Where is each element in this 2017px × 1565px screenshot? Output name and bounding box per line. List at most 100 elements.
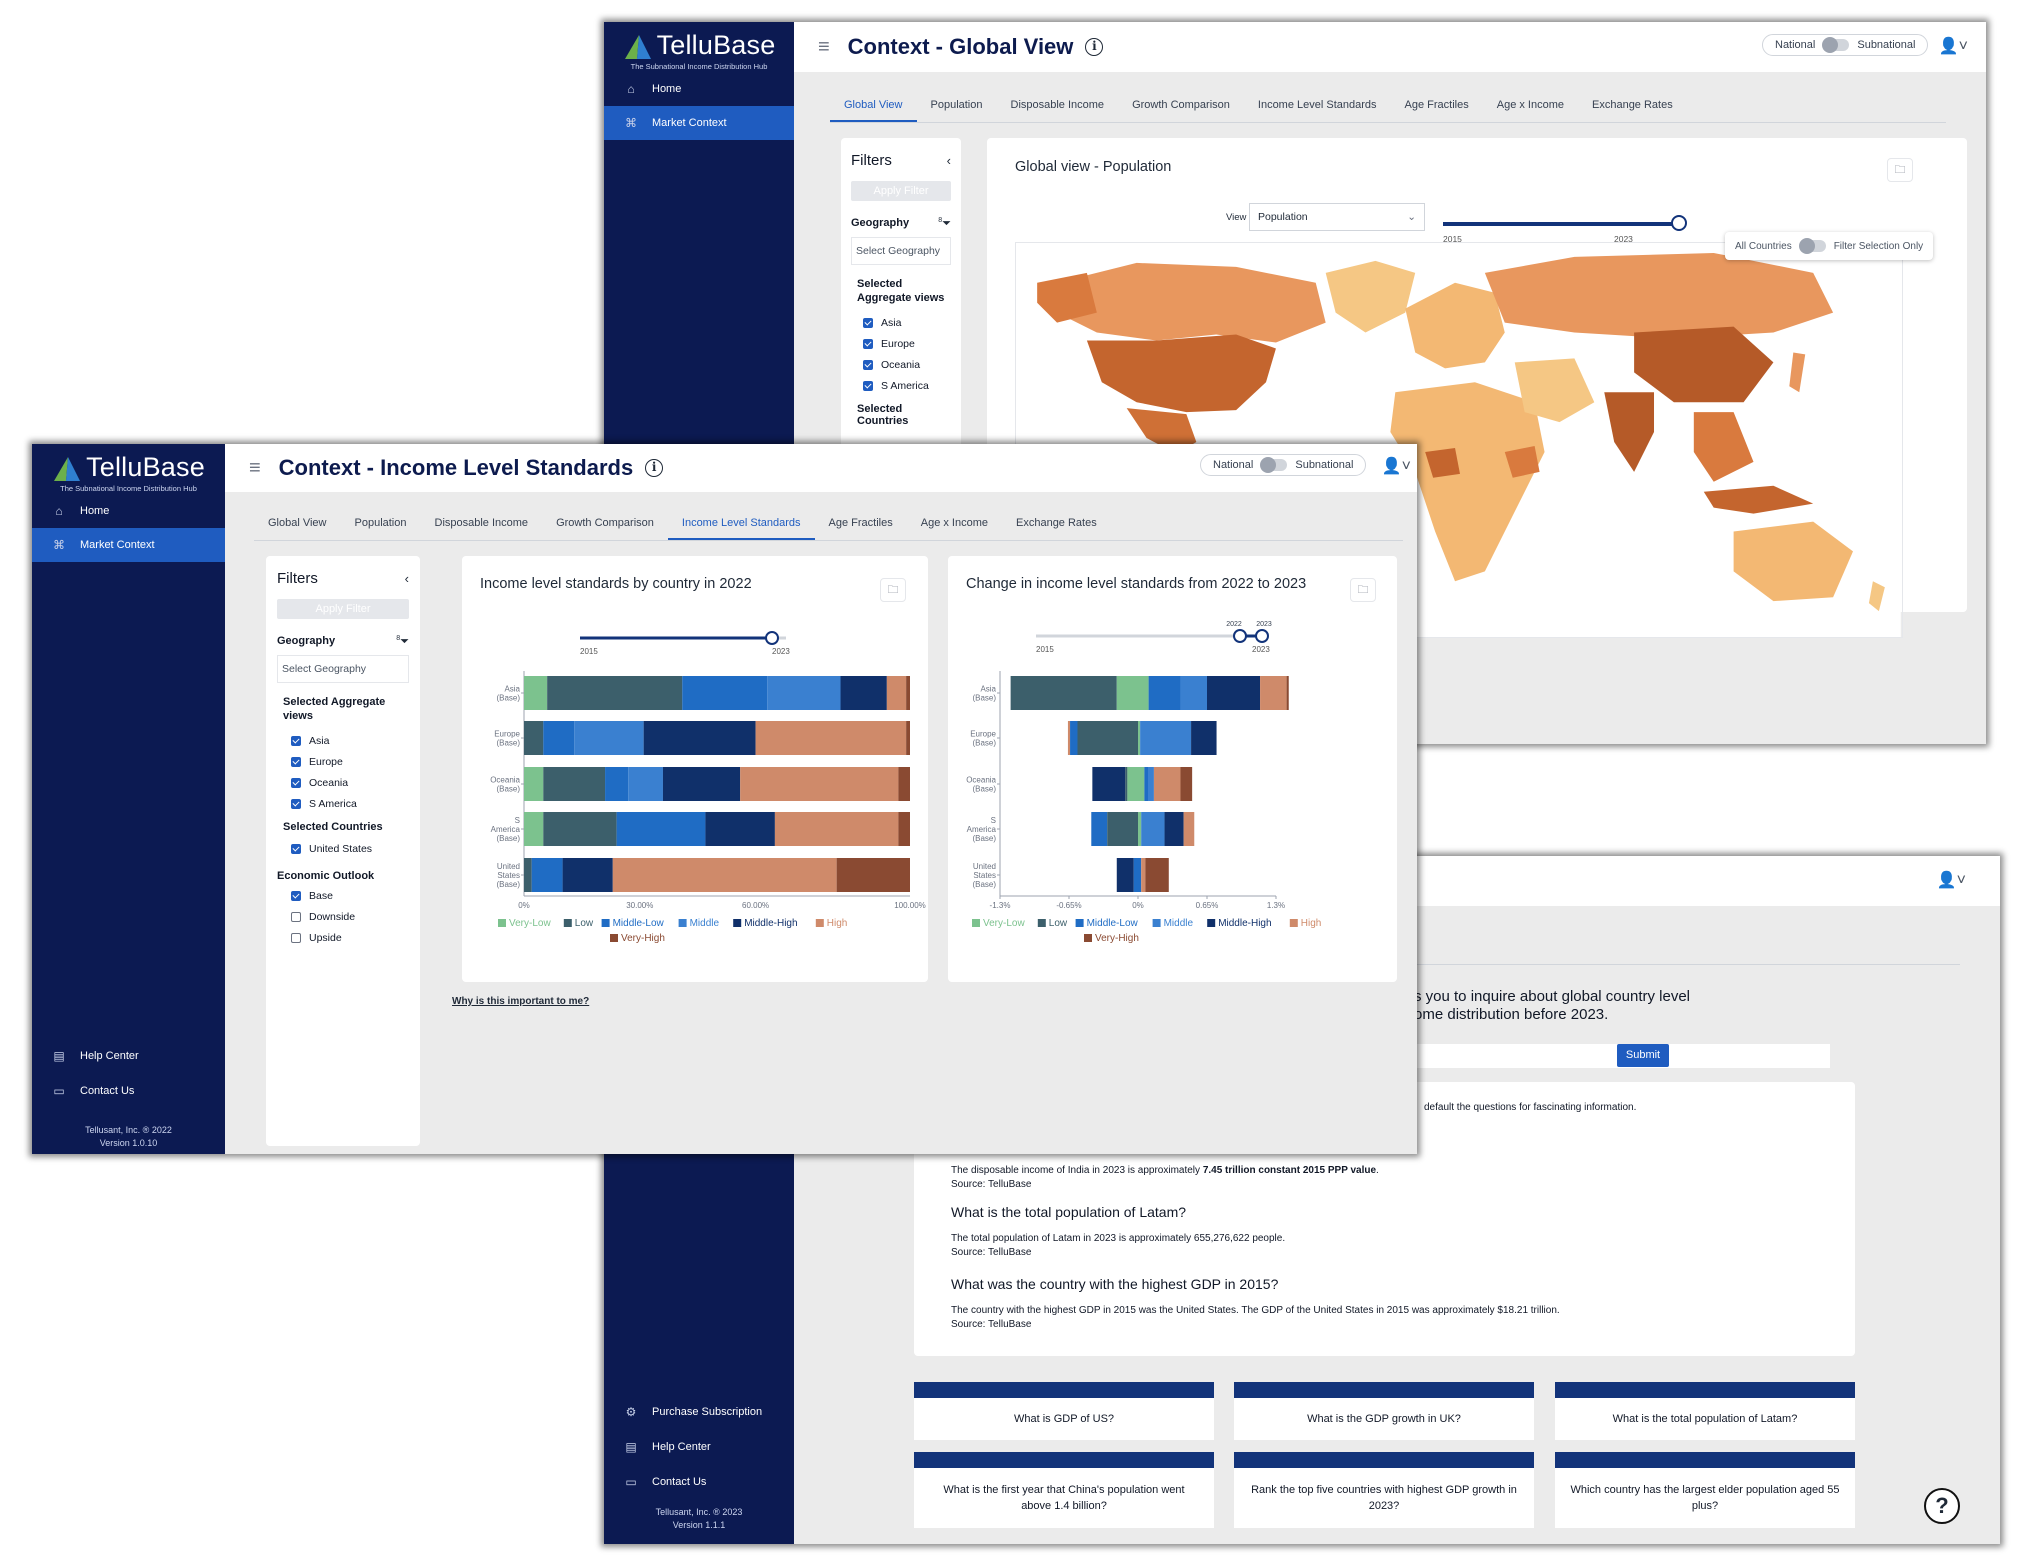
legend-item-very-low[interactable]: Very-Low [972, 918, 1025, 929]
legend-item-middle-low[interactable]: Middle-Low [1075, 918, 1139, 929]
checkbox-unchecked-icon[interactable] [291, 912, 301, 923]
bar-segment-low[interactable] [1077, 721, 1138, 755]
checkbox-downside[interactable]: Downside [291, 907, 409, 928]
checkbox-checked-icon[interactable] [863, 360, 873, 371]
checkbox-checked-icon[interactable] [291, 891, 301, 902]
bar-segment-very-high[interactable] [898, 767, 910, 801]
checkbox-checked-icon[interactable] [291, 799, 301, 810]
legend-item-very-low[interactable]: Very-Low [498, 918, 551, 929]
bar-segment-middle[interactable] [1148, 767, 1154, 801]
collapse-chevron-icon[interactable]: ‹ [947, 153, 951, 168]
checkbox-checked-icon[interactable] [863, 339, 873, 350]
tab-disposable-income[interactable]: Disposable Income [421, 506, 543, 540]
bar-segment-very-low[interactable] [524, 767, 544, 801]
legend-item-very-high[interactable]: Very-High [1084, 933, 1139, 944]
tab-disposable-income[interactable]: Disposable Income [997, 88, 1119, 122]
tab-population[interactable]: Population [917, 88, 997, 122]
bar-segment-very-low[interactable] [1138, 721, 1141, 755]
year-range-from-knob[interactable] [1233, 629, 1247, 643]
tab-age-x-income[interactable]: Age x Income [907, 506, 1002, 540]
collapse-chevron-icon[interactable]: ‹ [405, 571, 409, 586]
checkbox-united-states[interactable]: United States [291, 839, 409, 860]
national-subnational-toggle[interactable]: National Subnational [1200, 454, 1367, 476]
year-range-to-knob[interactable] [1255, 629, 1269, 643]
bar-segment-middle-high[interactable] [1207, 676, 1261, 710]
bar-segment-high[interactable] [1260, 676, 1287, 710]
scope-switch[interactable] [1798, 238, 1826, 254]
year-slider-knob[interactable] [1671, 215, 1687, 231]
bar-segment-very-low[interactable] [1127, 767, 1145, 801]
tab-age-fractiles[interactable]: Age Fractiles [815, 506, 907, 540]
bar-segment-middle-low[interactable] [1091, 812, 1108, 846]
tab-growth-comparison[interactable]: Growth Comparison [1118, 88, 1244, 122]
bar-segment-middle-high[interactable] [1116, 858, 1134, 892]
legend-item-middle[interactable]: Middle [1152, 918, 1194, 929]
legend-item-middle[interactable]: Middle [678, 918, 720, 929]
bar-segment-middle-low[interactable] [1070, 721, 1078, 755]
user-menu-icon[interactable]: 👤˅ [1937, 870, 1966, 890]
tab-global-view[interactable]: Global View [254, 506, 341, 540]
bar-segment-low[interactable] [547, 676, 683, 710]
checkbox-europe[interactable]: Europe [291, 752, 409, 773]
geography-select[interactable]: Select Geography [277, 654, 409, 683]
map-scope-toggle[interactable]: All Countries Filter Selection Only [1725, 232, 1934, 260]
checkbox-asia[interactable]: Asia [863, 313, 951, 334]
apply-filter-button[interactable]: Apply Filter [851, 181, 951, 201]
bar-segment-middle-low[interactable] [1133, 858, 1142, 892]
checkbox-checked-icon[interactable] [291, 778, 301, 789]
legend-item-very-high[interactable]: Very-High [610, 933, 665, 944]
purchase-subscription-link[interactable]: ⚙ Purchase Subscription [604, 1398, 782, 1426]
contact-us-link[interactable]: ▭ Contact Us [604, 1468, 726, 1496]
bar-segment-high[interactable] [774, 812, 899, 846]
bar-segment-middle[interactable] [628, 767, 663, 801]
legend-item-high[interactable]: High [1289, 918, 1322, 929]
toggle-switch[interactable] [1260, 457, 1288, 473]
year-slider[interactable] [1443, 215, 1687, 231]
national-subnational-toggle[interactable]: National Subnational [1762, 34, 1929, 56]
bar-segment-very-low[interactable] [524, 676, 548, 710]
toggle-switch[interactable] [1822, 37, 1850, 53]
bar-segment-middle-high[interactable] [1164, 812, 1184, 846]
bar-segment-very-high[interactable] [1180, 767, 1193, 801]
bar-segment-middle-low[interactable] [616, 812, 706, 846]
legend-item-middle-low[interactable]: Middle-Low [601, 918, 665, 929]
bar-segment-very-high[interactable] [836, 858, 910, 892]
tab-income-level-standards[interactable]: Income Level Standards [667, 506, 815, 540]
tab-growth-comparison[interactable]: Growth Comparison [542, 506, 668, 540]
suggestion-button[interactable]: What is the total population of Latam? [1555, 1382, 1855, 1440]
bar-segment-very-low[interactable] [524, 812, 544, 846]
bar-segment-high[interactable] [886, 676, 907, 710]
year-slider-knob[interactable] [765, 631, 779, 645]
submit-button[interactable]: Submit [1617, 1044, 1669, 1067]
help-question-icon[interactable]: ? [1924, 1488, 1960, 1524]
legend-item-middle-high[interactable]: Middle-High [1207, 918, 1272, 929]
bar-segment-very-low[interactable] [1138, 812, 1142, 846]
checkbox-oceania[interactable]: Oceania [291, 773, 409, 794]
suggestion-button[interactable]: Which country has the largest elder popu… [1555, 1452, 1855, 1528]
view-select[interactable]: Population ⌄ [1249, 203, 1425, 231]
legend-item-low[interactable]: Low [1037, 918, 1068, 929]
tab-exchange-rates[interactable]: Exchange Rates [1002, 506, 1111, 540]
nav-market-context[interactable]: ⌘ Market Context [604, 106, 794, 140]
checkbox-checked-icon[interactable] [291, 757, 301, 768]
bar-segment-middle-high[interactable] [1092, 767, 1126, 801]
nav-home[interactable]: ⌂ Home [32, 494, 225, 528]
contact-us-link[interactable]: ▭ Contact Us [32, 1077, 154, 1105]
bar-segment-high[interactable] [1183, 812, 1195, 846]
geography-select[interactable]: Select Geography [851, 236, 951, 265]
bar-segment-middle-high[interactable] [705, 812, 775, 846]
bar-segment-middle-high[interactable] [643, 721, 756, 755]
user-menu-icon[interactable]: 👤˅ [1939, 36, 1968, 56]
bar-segment-middle-low[interactable] [543, 721, 575, 755]
checkbox-checked-icon[interactable] [863, 381, 873, 392]
tab-age-x-income[interactable]: Age x Income [1483, 88, 1578, 122]
info-icon[interactable]: i [645, 459, 664, 477]
checkbox-oceania[interactable]: Oceania [863, 355, 951, 376]
bar-segment-high[interactable] [740, 767, 899, 801]
bar-segment-high[interactable] [1067, 721, 1071, 755]
bar-segment-very-high[interactable] [906, 721, 910, 755]
checkbox-base[interactable]: Base [291, 886, 409, 907]
bar-segment-middle-high[interactable] [662, 767, 741, 801]
apply-filter-button[interactable]: Apply Filter [277, 599, 409, 619]
menu-icon[interactable]: ≡ [818, 36, 830, 59]
